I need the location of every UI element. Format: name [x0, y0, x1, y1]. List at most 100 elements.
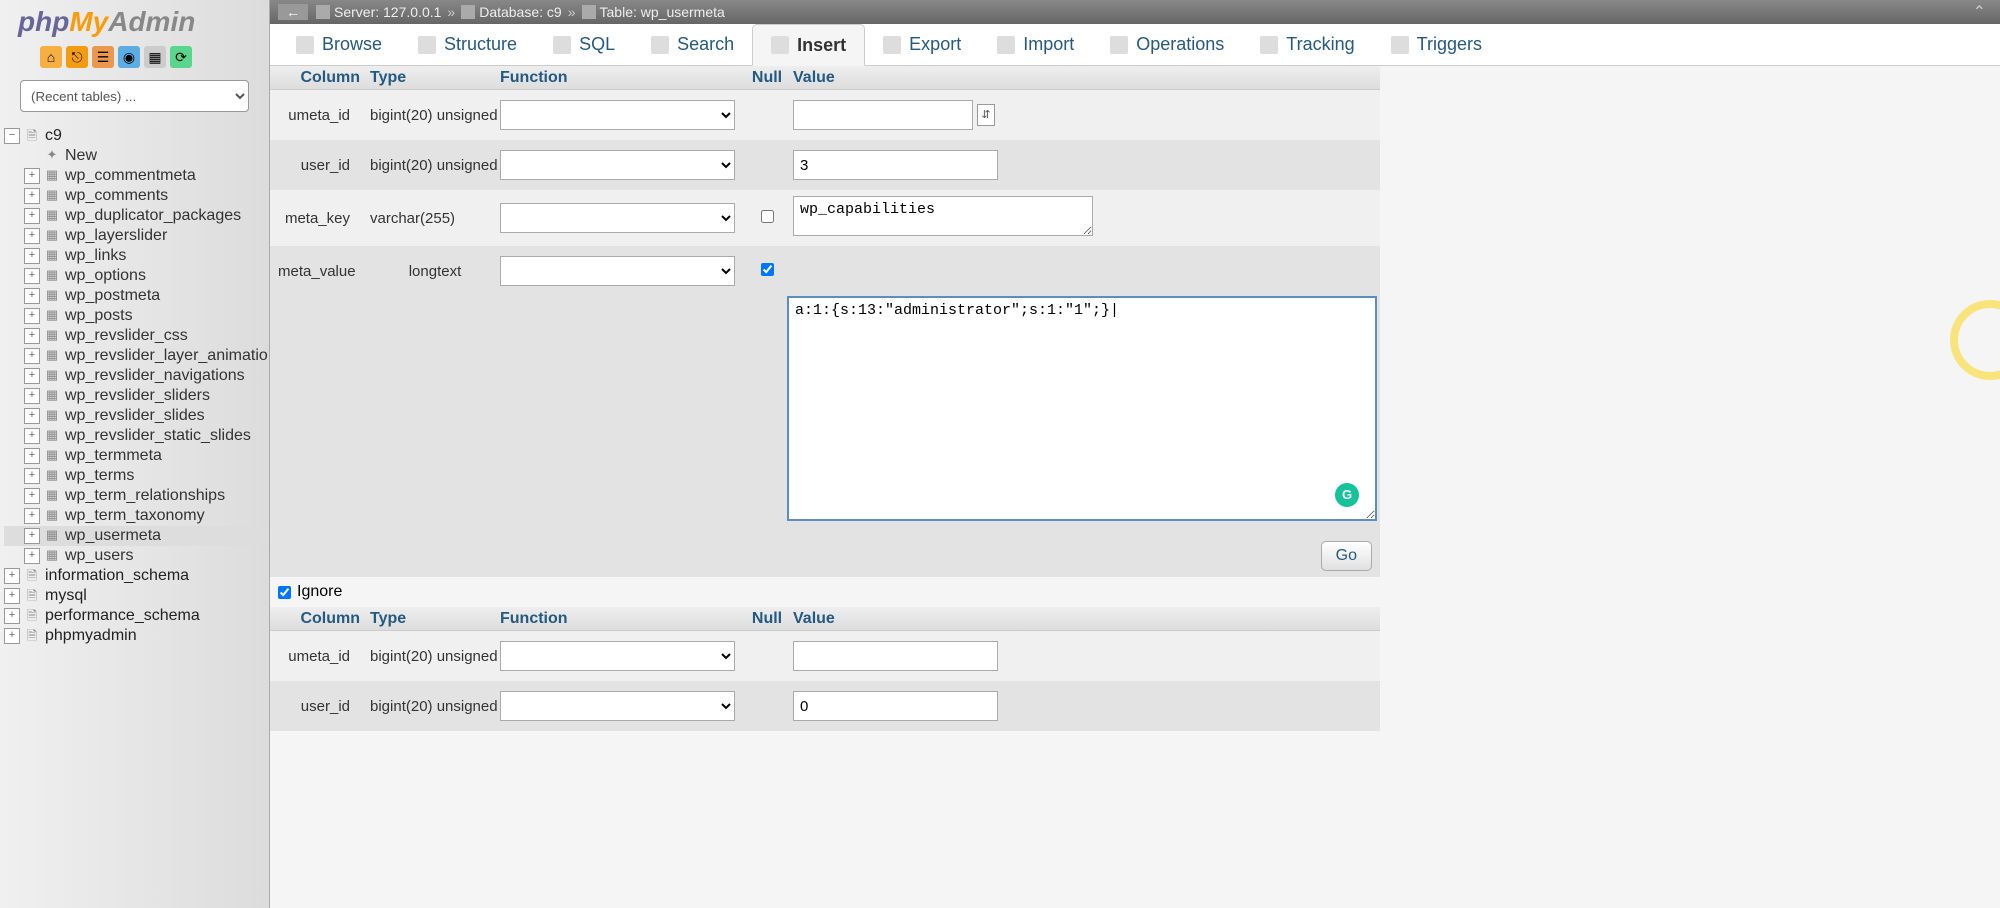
tree-wp_duplicator_packages[interactable]: ▦wp_duplicator_packages — [4, 206, 269, 226]
tree-wp_revslider_static_slides[interactable]: ▦wp_revslider_static_slides — [4, 426, 269, 446]
recent-tables-select[interactable]: (Recent tables) ... — [20, 80, 249, 112]
bc-table[interactable]: Table: wp_usermeta — [600, 4, 725, 20]
expander-icon[interactable] — [24, 168, 40, 184]
expander-icon[interactable] — [24, 508, 40, 524]
ignore-label[interactable]: Ignore — [297, 583, 342, 601]
browse-icon — [296, 36, 314, 54]
value-input2-umeta_id[interactable] — [793, 641, 998, 671]
tab-triggers[interactable]: Triggers — [1373, 24, 1500, 65]
tree-wp_revslider_navigations[interactable]: ▦wp_revslider_navigations — [4, 366, 269, 386]
bc-database[interactable]: Database: c9 — [479, 4, 562, 20]
expander-icon[interactable] — [24, 208, 40, 224]
collapse-icon[interactable]: ⌃ — [1967, 2, 1992, 22]
tree-wp_postmeta[interactable]: ▦wp_postmeta — [4, 286, 269, 306]
db-icon: ▦ — [43, 547, 61, 565]
null-check-meta_value[interactable] — [761, 263, 774, 276]
insert-icon — [771, 36, 789, 54]
expander-icon[interactable] — [24, 428, 40, 444]
expander-icon[interactable] — [24, 528, 40, 544]
go-button[interactable]: Go — [1321, 541, 1372, 571]
value-textarea-meta_key[interactable]: wp_capabilities — [793, 196, 1093, 236]
expander-icon[interactable] — [4, 588, 20, 604]
row-umeta_id: umeta_idbigint(20) unsigned⇵ — [270, 90, 1380, 140]
tree-wp_usermeta[interactable]: ▦wp_usermeta — [4, 526, 269, 546]
tab-operations[interactable]: Operations — [1092, 24, 1242, 65]
tree-wp_links[interactable]: ▦wp_links — [4, 246, 269, 266]
tree-wp_comments[interactable]: ▦wp_comments — [4, 186, 269, 206]
expander-icon[interactable] — [4, 628, 20, 644]
expander-icon[interactable] — [24, 308, 40, 324]
tree-wp_termmeta[interactable]: ▦wp_termmeta — [4, 446, 269, 466]
value-input-user_id[interactable] — [793, 150, 998, 180]
tree-wp_revslider_slides[interactable]: ▦wp_revslider_slides — [4, 406, 269, 426]
tab-sql[interactable]: SQL — [535, 24, 633, 65]
reload-icon[interactable]: ⟳ — [170, 46, 192, 68]
tree-mysql[interactable]: 🗎mysql — [4, 586, 269, 606]
expander-icon[interactable] — [24, 448, 40, 464]
tree-wp_terms[interactable]: ▦wp_terms — [4, 466, 269, 486]
tree-new[interactable]: ✦New — [4, 146, 269, 166]
docs-icon[interactable]: ☰ — [92, 46, 114, 68]
bc-server[interactable]: Server: 127.0.0.1 — [334, 4, 441, 20]
logo[interactable]: phpMyAdmin — [0, 0, 269, 42]
tab-import[interactable]: Import — [979, 24, 1092, 65]
tree-information_schema[interactable]: 🗎information_schema — [4, 566, 269, 586]
null-check-meta_key[interactable] — [761, 210, 774, 223]
tree-wp_commentmeta[interactable]: ▦wp_commentmeta — [4, 166, 269, 186]
dropdown-icon[interactable]: ⇵ — [977, 104, 995, 126]
tree-wp_revslider_css[interactable]: ▦wp_revslider_css — [4, 326, 269, 346]
home-icon[interactable]: ⌂ — [40, 46, 62, 68]
expander-icon[interactable] — [24, 368, 40, 384]
value-input2-user_id[interactable] — [793, 691, 998, 721]
function-select2-user_id[interactable] — [500, 691, 735, 721]
function-select-user_id[interactable] — [500, 150, 735, 180]
expander-icon[interactable] — [24, 268, 40, 284]
expander-icon[interactable] — [24, 228, 40, 244]
tree-phpmyadmin[interactable]: 🗎phpmyadmin — [4, 626, 269, 646]
expander-icon[interactable] — [24, 248, 40, 264]
expander-icon[interactable] — [24, 288, 40, 304]
tab-browse[interactable]: Browse — [278, 24, 400, 65]
expander-icon[interactable] — [4, 568, 20, 584]
expander-icon[interactable] — [24, 348, 40, 364]
tree-wp_term_taxonomy[interactable]: ▦wp_term_taxonomy — [4, 506, 269, 526]
tree-wp_revslider_layer_animatio[interactable]: ▦wp_revslider_layer_animatio — [4, 346, 269, 366]
expander-icon[interactable] — [4, 128, 20, 144]
function-select-meta_key[interactable] — [500, 203, 735, 233]
logout-icon[interactable]: ⎋ — [66, 46, 88, 68]
tree-wp_options[interactable]: ▦wp_options — [4, 266, 269, 286]
tree-c9[interactable]: 🗎c9 — [4, 126, 269, 146]
tab-export[interactable]: Export — [865, 24, 979, 65]
tab-insert[interactable]: Insert — [752, 24, 865, 66]
tree-wp_revslider_sliders[interactable]: ▦wp_revslider_sliders — [4, 386, 269, 406]
expander-icon[interactable] — [4, 608, 20, 624]
expander-icon[interactable] — [24, 188, 40, 204]
settings-icon[interactable]: ◉ — [118, 46, 140, 68]
tree-performance_schema[interactable]: 🗎performance_schema — [4, 606, 269, 626]
db-icon: ▦ — [43, 307, 61, 325]
expander-icon[interactable] — [24, 468, 40, 484]
value-textarea-meta_value[interactable]: a:1:{s:13:"administrator";s:1:"1";}| — [787, 296, 1377, 521]
expander-icon[interactable] — [24, 388, 40, 404]
back-button[interactable]: ← — [278, 4, 308, 20]
nav-icon[interactable]: ▦ — [144, 46, 166, 68]
function-select2-umeta_id[interactable] — [500, 641, 735, 671]
function-select-umeta_id[interactable] — [500, 100, 735, 130]
tree-wp_layerslider[interactable]: ▦wp_layerslider — [4, 226, 269, 246]
tab-tracking[interactable]: Tracking — [1242, 24, 1372, 65]
tree-wp_term_relationships[interactable]: ▦wp_term_relationships — [4, 486, 269, 506]
tab-search[interactable]: Search — [633, 24, 752, 65]
value-input-umeta_id[interactable] — [793, 100, 973, 130]
tab-structure[interactable]: Structure — [400, 24, 535, 65]
expander-icon[interactable] — [24, 328, 40, 344]
db-icon: ▦ — [43, 187, 61, 205]
tree-wp_users[interactable]: ▦wp_users — [4, 546, 269, 566]
function-select-meta_value[interactable] — [500, 256, 735, 286]
db-icon: 🗎 — [23, 127, 41, 145]
expander-icon[interactable] — [24, 488, 40, 504]
ignore-checkbox[interactable] — [278, 586, 291, 599]
row2-user_id: user_idbigint(20) unsigned — [270, 681, 1380, 731]
expander-icon[interactable] — [24, 408, 40, 424]
expander-icon[interactable] — [24, 548, 40, 564]
tree-wp_posts[interactable]: ▦wp_posts — [4, 306, 269, 326]
